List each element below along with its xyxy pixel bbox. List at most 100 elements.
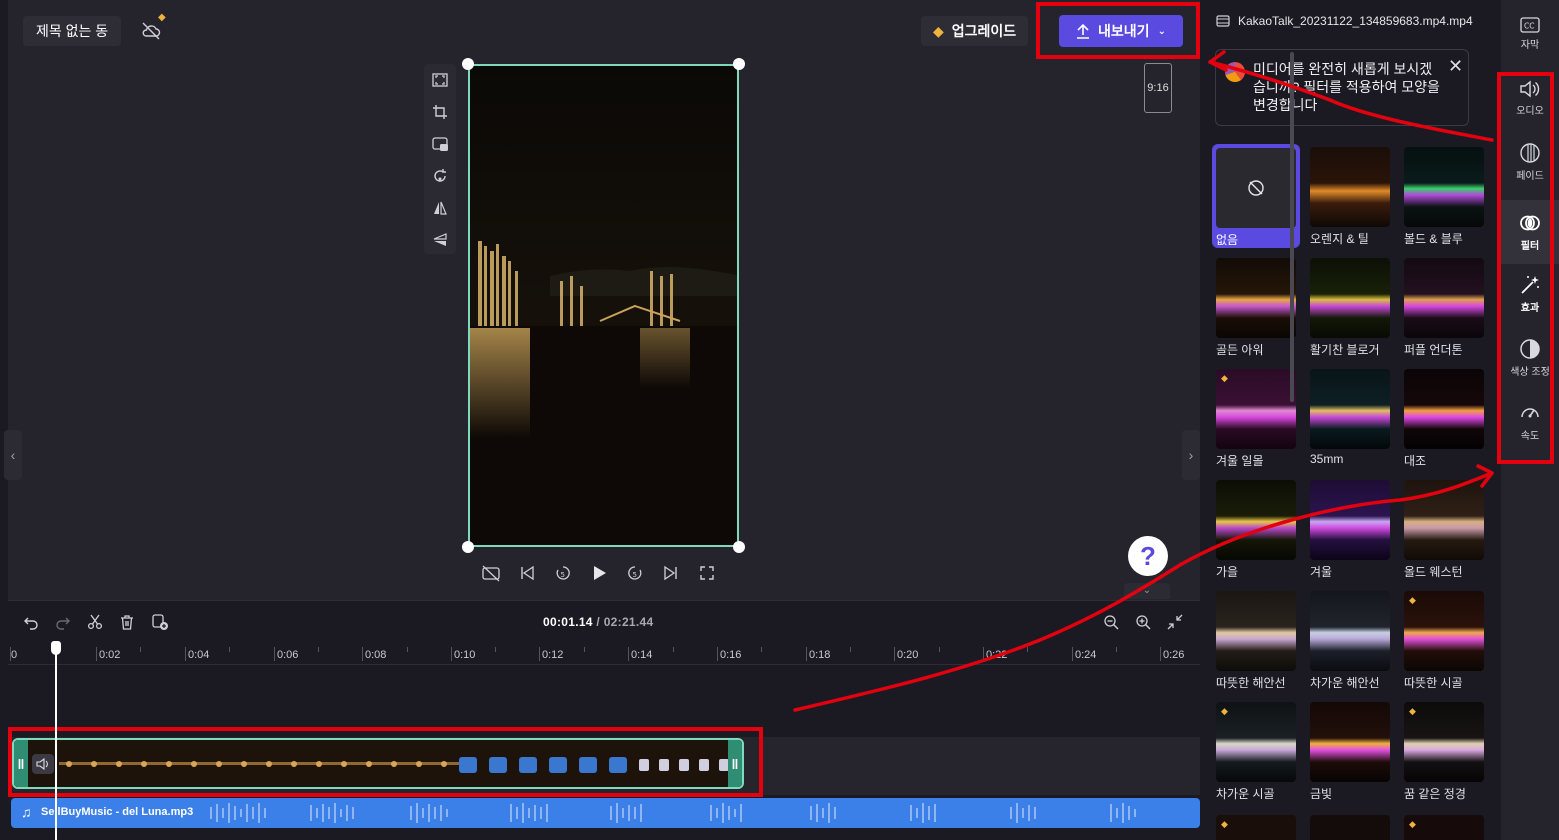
svg-text:5: 5: [633, 571, 637, 579]
project-title[interactable]: 제목 없는 동: [23, 16, 122, 46]
cloud-off-icon[interactable]: [140, 20, 162, 42]
export-button[interactable]: 내보내기 ⌄: [1059, 15, 1183, 47]
no-filter-icon: [1216, 148, 1296, 228]
upgrade-button[interactable]: ◆ 업그레이드: [921, 16, 1029, 46]
filters-panel: KakaoTalk_20231122_134859683.mp4.mp4 미디어…: [1200, 0, 1501, 840]
crop-icon[interactable]: [428, 100, 452, 124]
filter-label: 차가운 해안선: [1310, 676, 1380, 690]
rail-item-effects[interactable]: 효과: [1501, 264, 1559, 324]
flip-horizontal-icon[interactable]: [428, 196, 452, 220]
panel-scrollbar[interactable]: [1290, 52, 1294, 402]
filter-item-35mm[interactable]: 35mm: [1306, 366, 1400, 466]
forward-5-icon[interactable]: 5: [624, 562, 646, 584]
rail-label: 효과: [1520, 303, 1540, 314]
upgrade-label: 업그레이드: [951, 23, 1017, 39]
audio-clip[interactable]: ♫ SellBuyMusic - del Luna.mp3: [11, 798, 1200, 828]
play-icon[interactable]: [588, 562, 610, 584]
premium-gem-icon: ◆: [1221, 373, 1228, 383]
rail-label: 자막: [1520, 40, 1540, 51]
filter-label: 금빛: [1310, 787, 1333, 801]
filter-item-cool-countryside[interactable]: ◆ 차가운 시골: [1212, 699, 1306, 801]
camera-off-icon[interactable]: [480, 562, 502, 584]
flip-vertical-icon[interactable]: [428, 228, 452, 252]
fit-icon[interactable]: [428, 68, 452, 92]
clip-trim-handle-right[interactable]: ‖: [728, 740, 742, 787]
zoom-in-icon[interactable]: [1132, 611, 1154, 633]
rail-item-filters[interactable]: 필터: [1501, 200, 1559, 264]
ruler-tick: 0:06: [277, 649, 299, 661]
delete-trash-icon[interactable]: [116, 611, 138, 633]
timeline-ruler[interactable]: 0 0:02 0:04 0:06 0:08 0:10 0:12 0:14 0:1…: [8, 643, 1200, 665]
filter-grid: 없음 오렌지 & 틸 볼드 & 블루 골든 아워 활기찬 블로거 퍼플 언더톤: [1212, 144, 1488, 801]
rotate-icon[interactable]: [428, 164, 452, 188]
filter-thumbnail: [1404, 591, 1484, 671]
zoom-out-icon[interactable]: [1100, 611, 1122, 633]
skip-forward-icon[interactable]: [660, 562, 682, 584]
premium-gem-icon: ◆: [933, 23, 944, 39]
duplicate-icon[interactable]: [149, 611, 171, 633]
clip-trim-handle-left[interactable]: ‖: [14, 740, 28, 787]
filter-row-partial: ◆ ◆: [1216, 815, 1486, 840]
fade-icon: [1520, 143, 1540, 163]
filter-label: 대조: [1404, 454, 1427, 468]
resize-handle-top-left[interactable]: [462, 58, 474, 70]
filter-item-old-western[interactable]: 올드 웨스턴: [1400, 477, 1494, 579]
filter-item-warm-coastline[interactable]: 따뜻한 해안선: [1212, 588, 1306, 690]
filter-item-golden[interactable]: 금빛: [1306, 699, 1400, 801]
filter-item-winter[interactable]: 겨울: [1306, 477, 1400, 579]
upload-icon: [1077, 23, 1090, 39]
filter-thumbnail: [1310, 147, 1390, 227]
speaker-icon[interactable]: [32, 754, 54, 774]
filter-item-contrast[interactable]: 대조: [1400, 366, 1494, 468]
collapse-left-panel-button[interactable]: ‹: [4, 430, 22, 480]
magic-wand-icon: [1521, 276, 1539, 294]
filter-item-orange-teal[interactable]: 오렌지 & 틸: [1306, 144, 1400, 246]
filter-item-warm-countryside[interactable]: ◆ 따뜻한 시골: [1400, 588, 1494, 690]
filter-item-cool-coastline[interactable]: 차가운 해안선: [1306, 588, 1400, 690]
picture-in-picture-icon[interactable]: [428, 132, 452, 156]
split-scissors-icon[interactable]: [84, 611, 106, 633]
left-strip: [0, 0, 8, 840]
premium-gem-icon: ◆: [1409, 706, 1416, 716]
filter-tip-banner: 미디어를 완전히 새롭게 보시겠습니까? 필터를 적용하여 모양을 변경합니다 …: [1215, 49, 1469, 126]
redo-icon[interactable]: [52, 611, 74, 633]
collapse-right-panel-button[interactable]: ›: [1182, 430, 1200, 480]
rail-item-captions[interactable]: CC 자막: [1501, 4, 1559, 64]
chevron-down-icon[interactable]: ⌄: [1124, 583, 1170, 599]
rail-item-fade[interactable]: 페이드: [1501, 132, 1559, 192]
filter-thumbnail: [1310, 258, 1390, 338]
filter-item-bold-blue[interactable]: 볼드 & 블루: [1400, 144, 1494, 246]
ruler-tick: 0:12: [542, 649, 564, 661]
filter-thumbnail: [1216, 702, 1296, 782]
playhead-handle[interactable]: [51, 641, 61, 655]
skip-back-icon[interactable]: [516, 562, 538, 584]
fullscreen-icon[interactable]: [696, 562, 718, 584]
aspect-ratio-button[interactable]: 9:16: [1144, 63, 1172, 113]
fit-timeline-icon[interactable]: [1164, 611, 1186, 633]
resize-handle-bottom-right[interactable]: [733, 541, 745, 553]
rail-item-audio[interactable]: 오디오: [1501, 68, 1559, 128]
filter-label: 따뜻한 해안선: [1216, 676, 1286, 690]
ruler-tick: 0:26: [1163, 649, 1185, 661]
current-time: 00:01.14: [543, 615, 593, 629]
rail-item-speed[interactable]: 속도: [1501, 392, 1559, 452]
rail-item-color-adjust[interactable]: 색상 조정: [1501, 328, 1559, 388]
filter-item-purple-undertone[interactable]: 퍼플 언더톤: [1400, 255, 1494, 357]
rewind-5-icon[interactable]: 5: [552, 562, 574, 584]
video-preview-frame[interactable]: [468, 64, 739, 547]
tip-icon: [1225, 62, 1245, 82]
filter-thumbnail: [1404, 480, 1484, 560]
video-clip[interactable]: ‖ ‖: [12, 738, 744, 789]
undo-icon[interactable]: [20, 611, 42, 633]
filter-thumbnail: [1404, 258, 1484, 338]
filter-item-autumn[interactable]: 가을: [1212, 477, 1306, 579]
close-icon[interactable]: ✕: [1448, 56, 1463, 77]
help-button[interactable]: ?: [1128, 536, 1168, 576]
resize-handle-bottom-left[interactable]: [462, 541, 474, 553]
filter-item-vibrant-blogger[interactable]: 활기찬 블로거: [1306, 255, 1400, 357]
resize-handle-top-right[interactable]: [733, 58, 745, 70]
ruler-tick: 0:02: [99, 649, 121, 661]
filter-item-dreamy-scene[interactable]: ◆ 꿈 같은 정경: [1400, 699, 1494, 801]
filter-label: 35mm: [1310, 452, 1344, 466]
filter-thumbnail: [1216, 591, 1296, 671]
